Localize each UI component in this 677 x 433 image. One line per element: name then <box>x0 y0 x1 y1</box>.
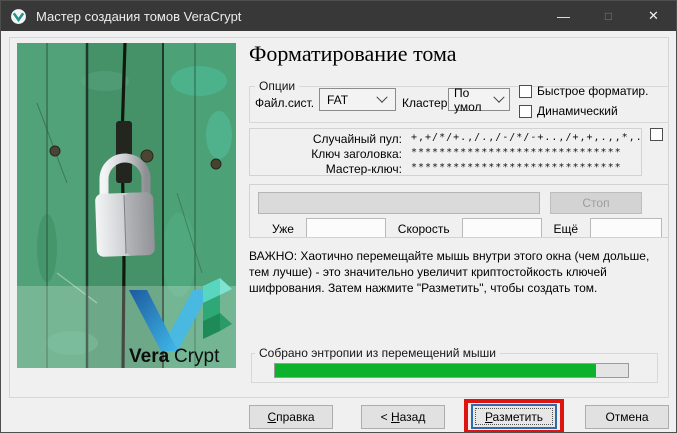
important-notice-text: ВАЖНО: Хаотично перемещайте мышь внутри … <box>249 249 650 295</box>
entropy-groupbox: Собрано энтропии из перемещений мыши <box>251 346 658 383</box>
dynamic-checkbox[interactable]: Динамический <box>519 104 618 118</box>
speed-field <box>461 218 542 237</box>
cluster-value: По умол <box>454 85 482 114</box>
filesystem-value: FAT <box>327 92 349 107</box>
format-progress-panel: Стоп Уже Скорость Ещё <box>249 184 669 238</box>
chevron-down-icon <box>376 91 388 103</box>
dynamic-label: Динамический <box>537 104 618 118</box>
done-field <box>305 218 386 237</box>
master-key-label: Мастер-ключ: <box>325 162 402 176</box>
filesystem-select[interactable]: FAT <box>319 88 396 111</box>
quick-format-label: Быстрое форматир. <box>537 84 649 98</box>
speed-label: Скорость <box>397 221 450 236</box>
page-title: Форматирование тома <box>249 41 457 66</box>
options-group-label: Опции <box>255 79 300 93</box>
filesystem-label: Файл.сист. <box>255 96 315 110</box>
veracrypt-artwork: Vera Crypt <box>17 43 236 368</box>
logo-text-rest: Crypt <box>174 346 220 367</box>
window-controls: — □ ✕ <box>541 1 676 31</box>
stop-button: Стоп <box>550 192 642 214</box>
logo-text-bold: Vera <box>129 346 170 367</box>
format-progress-bar <box>258 192 540 214</box>
checkbox-icon <box>519 104 532 118</box>
veracrypt-app-icon <box>11 8 26 24</box>
format-button[interactable]: Разметить <box>471 404 557 429</box>
show-pool-checkbox[interactable] <box>650 128 663 141</box>
header-key-label: Ключ заголовка: <box>311 147 402 161</box>
window-title: Мастер создания томов VeraCrypt <box>36 8 242 24</box>
checkbox-icon <box>519 84 532 98</box>
close-icon[interactable]: ✕ <box>631 1 676 31</box>
left-field <box>589 218 662 237</box>
help-button[interactable]: Справка <box>249 405 333 429</box>
entropy-progress-bar <box>274 363 629 378</box>
random-pool-panel: Случайный пул: +,+/*/+.,/.,/-/*/-+..,/+,… <box>249 128 642 176</box>
entropy-group-label: Собрано энтропии из перемещений мыши <box>255 346 500 360</box>
veracrypt-wizard-window: Мастер создания томов VeraCrypt — □ ✕ Ve… <box>0 0 677 433</box>
master-key-value: ****************************** <box>411 162 622 173</box>
back-button[interactable]: < Назад <box>361 405 445 429</box>
cluster-select[interactable]: По умол <box>448 85 510 114</box>
random-pool-value: +,+/*/+.,/.,/-/*/-+..,/+,+,.,,*,.. <box>411 132 641 143</box>
cluster-label: Кластер <box>402 96 448 110</box>
left-label: Ещё <box>553 221 579 236</box>
done-label: Уже <box>272 221 294 236</box>
maximize-icon[interactable]: □ <box>586 1 631 31</box>
red-highlight-annotation: Разметить <box>464 399 564 432</box>
random-pool-label: Случайный пул: <box>312 132 402 146</box>
entropy-progress-fill <box>275 364 597 377</box>
quick-format-checkbox[interactable]: Быстрое форматир. <box>519 84 648 98</box>
minimize-icon[interactable]: — <box>541 1 586 31</box>
chevron-down-icon <box>493 91 505 103</box>
header-key-value: ****************************** <box>411 147 622 158</box>
titlebar[interactable]: Мастер создания томов VeraCrypt — □ ✕ <box>1 1 676 31</box>
cancel-button[interactable]: Отмена <box>585 405 669 429</box>
stop-button-label: Стоп <box>582 196 610 210</box>
